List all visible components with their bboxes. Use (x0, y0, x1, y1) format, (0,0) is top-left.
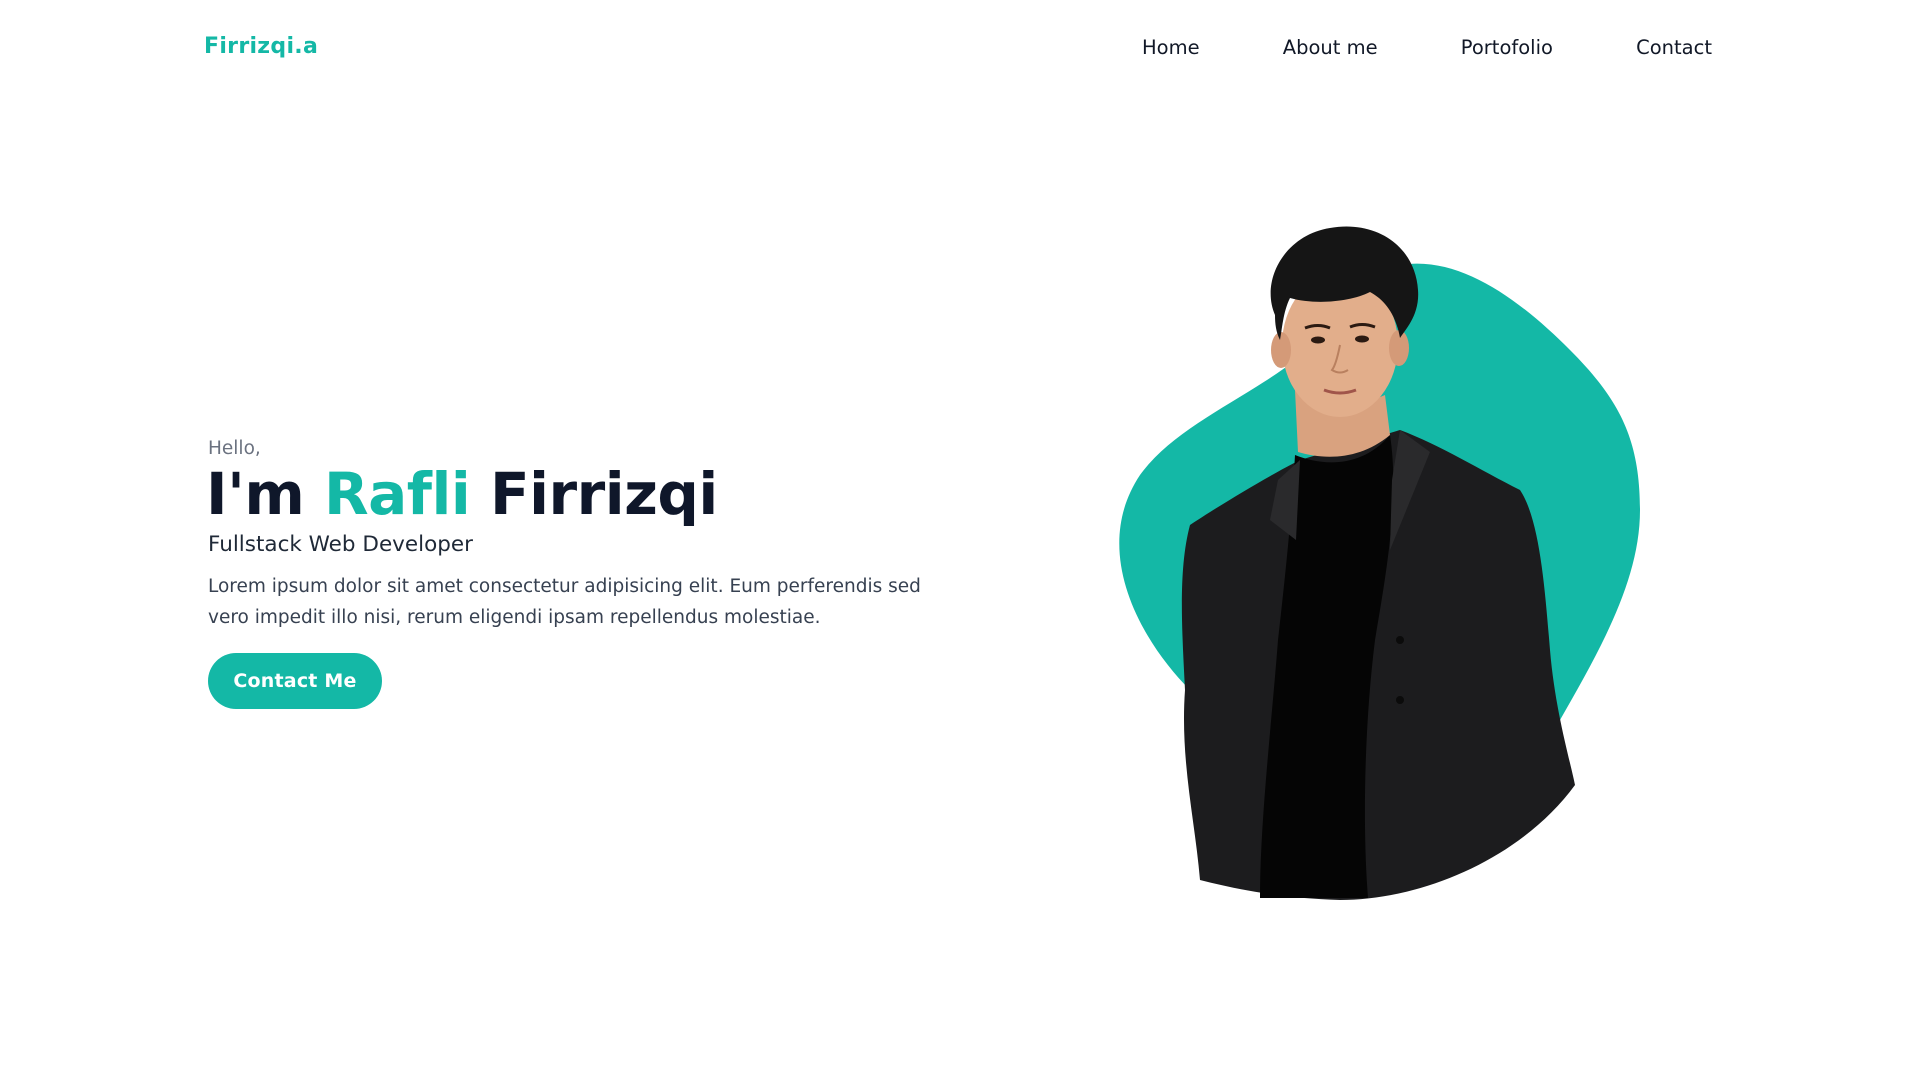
hero-role: Fullstack Web Developer (208, 531, 473, 557)
nav-menu: Home About me Portofolio Contact (1100, 36, 1712, 59)
nav-contact[interactable]: Contact (1636, 36, 1712, 59)
headline-accent: Rafli (323, 459, 471, 528)
navbar: Firrizqi.a Home About me Portofolio Cont… (0, 0, 1920, 98)
nav-portfolio[interactable]: Portofolio (1461, 36, 1553, 59)
nav-home[interactable]: Home (1142, 36, 1200, 59)
hero-greeting: Hello, (208, 438, 261, 459)
contact-me-button[interactable]: Contact Me (208, 653, 382, 710)
hero-portrait (1100, 220, 1660, 920)
headline-suffix: Firrizqi (489, 459, 718, 528)
hero-headline: I'm Rafli Firrizqi (206, 465, 968, 523)
hero-description: Lorem ipsum dolor sit amet consectetur a… (208, 576, 921, 629)
brand-logo[interactable]: Firrizqi.a (204, 34, 318, 59)
nav-about[interactable]: About me (1283, 36, 1378, 59)
headline-prefix: I'm (206, 459, 305, 528)
hero-section: Hello, I'm Rafli Firrizqi Fullstack Web … (206, 438, 968, 710)
